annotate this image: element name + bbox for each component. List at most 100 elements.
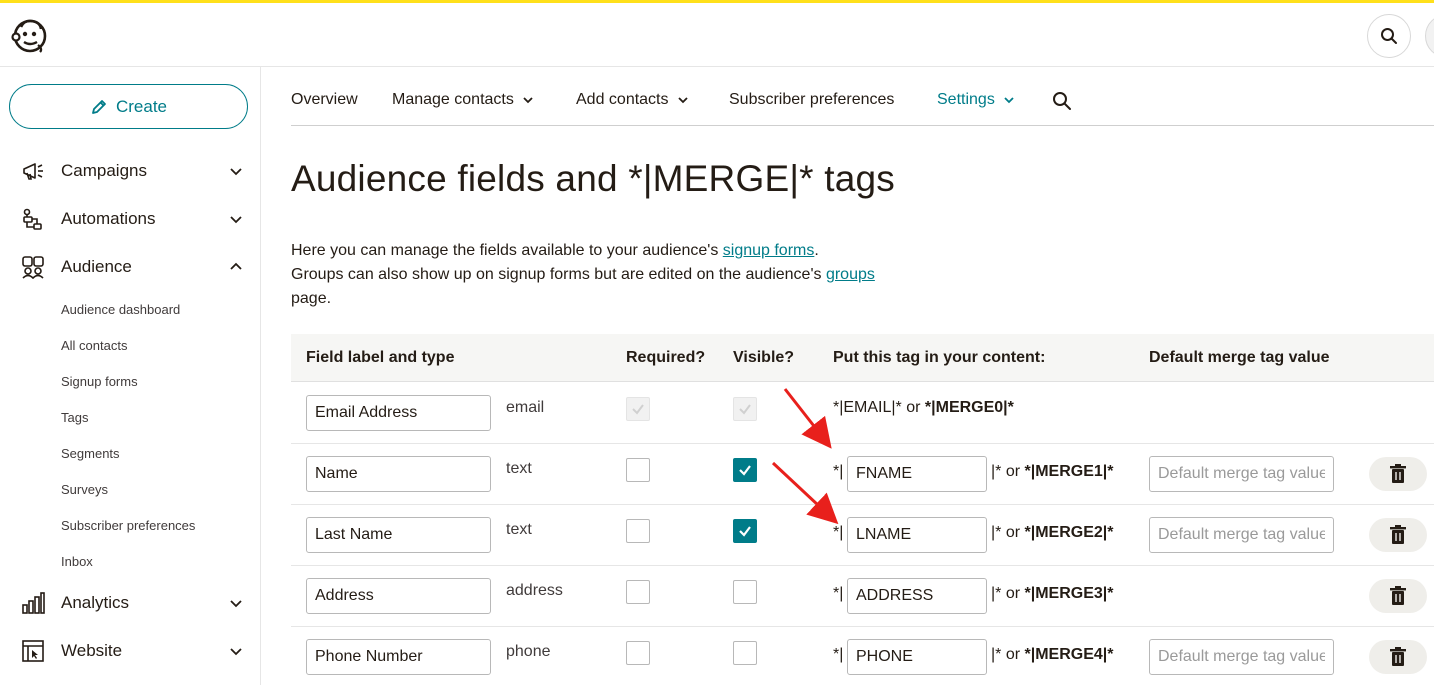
chevron-up-icon	[228, 259, 244, 275]
merge-tag-text: |* or *|MERGE1|*	[991, 463, 1113, 481]
delete-field-button[interactable]	[1369, 457, 1427, 491]
chevron-down-icon	[228, 595, 244, 611]
intro-text-part: page.	[291, 290, 332, 307]
tab-label: Manage contacts	[392, 91, 514, 108]
field-label-input[interactable]	[306, 639, 491, 675]
sidebar-subitem-inbox[interactable]: Inbox	[61, 554, 93, 569]
field-label-input[interactable]	[306, 517, 491, 553]
merge-tag-input[interactable]	[847, 517, 987, 553]
sidebar: Create Campaigns Automations Audience Au…	[0, 67, 261, 685]
page-title: Audience fields and *|MERGE|* tags	[291, 158, 895, 199]
tab-add-contacts[interactable]: Add contacts	[576, 91, 689, 109]
header-field-label: Field label and type	[306, 349, 455, 366]
avatar[interactable]	[1425, 14, 1434, 58]
sidebar-item-label: Campaigns	[61, 161, 147, 180]
visible-checkbox[interactable]	[733, 519, 757, 543]
sidebar-subitem-signup-forms[interactable]: Signup forms	[61, 374, 138, 389]
trash-icon	[1390, 525, 1406, 544]
default-value-input[interactable]	[1149, 517, 1334, 553]
trash-icon	[1390, 464, 1406, 483]
required-checkbox[interactable]	[626, 580, 650, 604]
automation-flow-icon	[20, 206, 46, 232]
sidebar-item-website[interactable]: Website	[0, 631, 260, 671]
table-row: text *| |* or *|MERGE2|*	[291, 505, 1434, 566]
chevron-down-icon	[228, 643, 244, 659]
table-row: phone *| |* or *|MERGE4|*	[291, 627, 1434, 688]
tab-subscriber-preferences[interactable]: Subscriber preferences	[729, 91, 894, 109]
visible-checkbox[interactable]	[733, 458, 757, 482]
required-checkbox	[626, 397, 650, 421]
sidebar-subitem-subscriber-preferences[interactable]: Subscriber preferences	[61, 518, 195, 533]
chevron-down-icon	[228, 211, 244, 227]
sidebar-subitem-surveys[interactable]: Surveys	[61, 482, 108, 497]
table-row: address *| |* or *|MERGE3|*	[291, 566, 1434, 627]
required-checkbox[interactable]	[626, 458, 650, 482]
default-value-input[interactable]	[1149, 456, 1334, 492]
tab-label: Subscriber preferences	[729, 91, 895, 108]
trash-icon	[1390, 647, 1406, 666]
visible-checkbox[interactable]	[733, 580, 757, 604]
check-icon	[739, 526, 751, 537]
table-row-email: email *|EMAIL|* or *|MERGE0|*	[291, 383, 1434, 444]
tab-label: Overview	[291, 91, 358, 108]
tab-overview[interactable]: Overview	[291, 91, 358, 109]
tag-prefix: *|	[833, 463, 844, 480]
field-label-input[interactable]	[306, 456, 491, 492]
trash-icon	[1390, 586, 1406, 605]
merge-tag-input[interactable]	[847, 578, 987, 614]
required-checkbox[interactable]	[626, 641, 650, 665]
sidebar-item-analytics[interactable]: Analytics	[0, 583, 260, 623]
delete-field-button[interactable]	[1369, 579, 1427, 613]
table-row: text *| |* or *|MERGE1|*	[291, 444, 1434, 505]
merge-tag-text: |* or *|MERGE2|*	[991, 524, 1113, 542]
tab-manage-contacts[interactable]: Manage contacts	[392, 91, 534, 109]
groups-link[interactable]: groups	[826, 266, 875, 283]
delete-field-button[interactable]	[1369, 518, 1427, 552]
sidebar-item-automations[interactable]: Automations	[0, 199, 260, 239]
header-visible: Visible?	[733, 349, 795, 366]
search-icon	[1381, 28, 1397, 44]
check-icon	[632, 404, 644, 415]
audience-tabs: Overview Manage contacts Add contacts Su…	[291, 67, 1434, 126]
sidebar-item-campaigns[interactable]: Campaigns	[0, 151, 260, 191]
sidebar-subitem-audience-dashboard[interactable]: Audience dashboard	[61, 302, 180, 317]
tag-suffix: |* or	[991, 524, 1025, 541]
check-icon	[739, 465, 751, 476]
top-bar	[0, 3, 1434, 67]
merge-tag-input[interactable]	[847, 456, 987, 492]
tag-prefix: *|	[833, 524, 844, 541]
default-value-input[interactable]	[1149, 639, 1334, 675]
delete-field-button[interactable]	[1369, 640, 1427, 674]
tab-settings[interactable]: Settings	[937, 91, 1015, 109]
global-search-button[interactable]	[1367, 14, 1411, 58]
merge-tag: *|MERGE0|*	[924, 399, 1014, 416]
visible-checkbox[interactable]	[733, 641, 757, 665]
field-type: email	[506, 399, 545, 416]
chevron-down-icon	[523, 97, 533, 104]
sidebar-subitem-tags[interactable]: Tags	[61, 410, 88, 425]
sidebar-subitem-segments[interactable]: Segments	[61, 446, 120, 461]
header-tag: Put this tag in your content:	[833, 349, 1046, 366]
required-checkbox[interactable]	[626, 519, 650, 543]
signup-forms-link[interactable]: signup forms	[723, 242, 815, 259]
field-label-input[interactable]	[306, 578, 491, 614]
sidebar-subitem-all-contacts[interactable]: All contacts	[61, 338, 127, 353]
website-icon	[20, 638, 46, 664]
chevron-down-icon	[1004, 97, 1014, 104]
merge-tag-input[interactable]	[847, 639, 987, 675]
mailchimp-freddie-icon[interactable]	[10, 15, 50, 55]
sidebar-item-audience[interactable]: Audience	[0, 247, 260, 287]
audience-icon	[20, 254, 46, 280]
merge-tag-text: |* or *|MERGE3|*	[991, 585, 1113, 603]
tab-search-button[interactable]	[1052, 91, 1072, 116]
field-type: text	[506, 521, 532, 538]
create-button[interactable]: Create	[9, 84, 248, 129]
field-type: phone	[506, 643, 551, 660]
field-type: address	[506, 582, 563, 599]
tag-suffix: |* or	[991, 585, 1025, 602]
chevron-down-icon	[228, 163, 244, 179]
megaphone-icon	[20, 158, 46, 184]
field-label-input[interactable]	[306, 395, 491, 431]
intro-text: Here you can manage the fields available…	[291, 239, 931, 311]
tab-label: Add contacts	[576, 91, 669, 108]
